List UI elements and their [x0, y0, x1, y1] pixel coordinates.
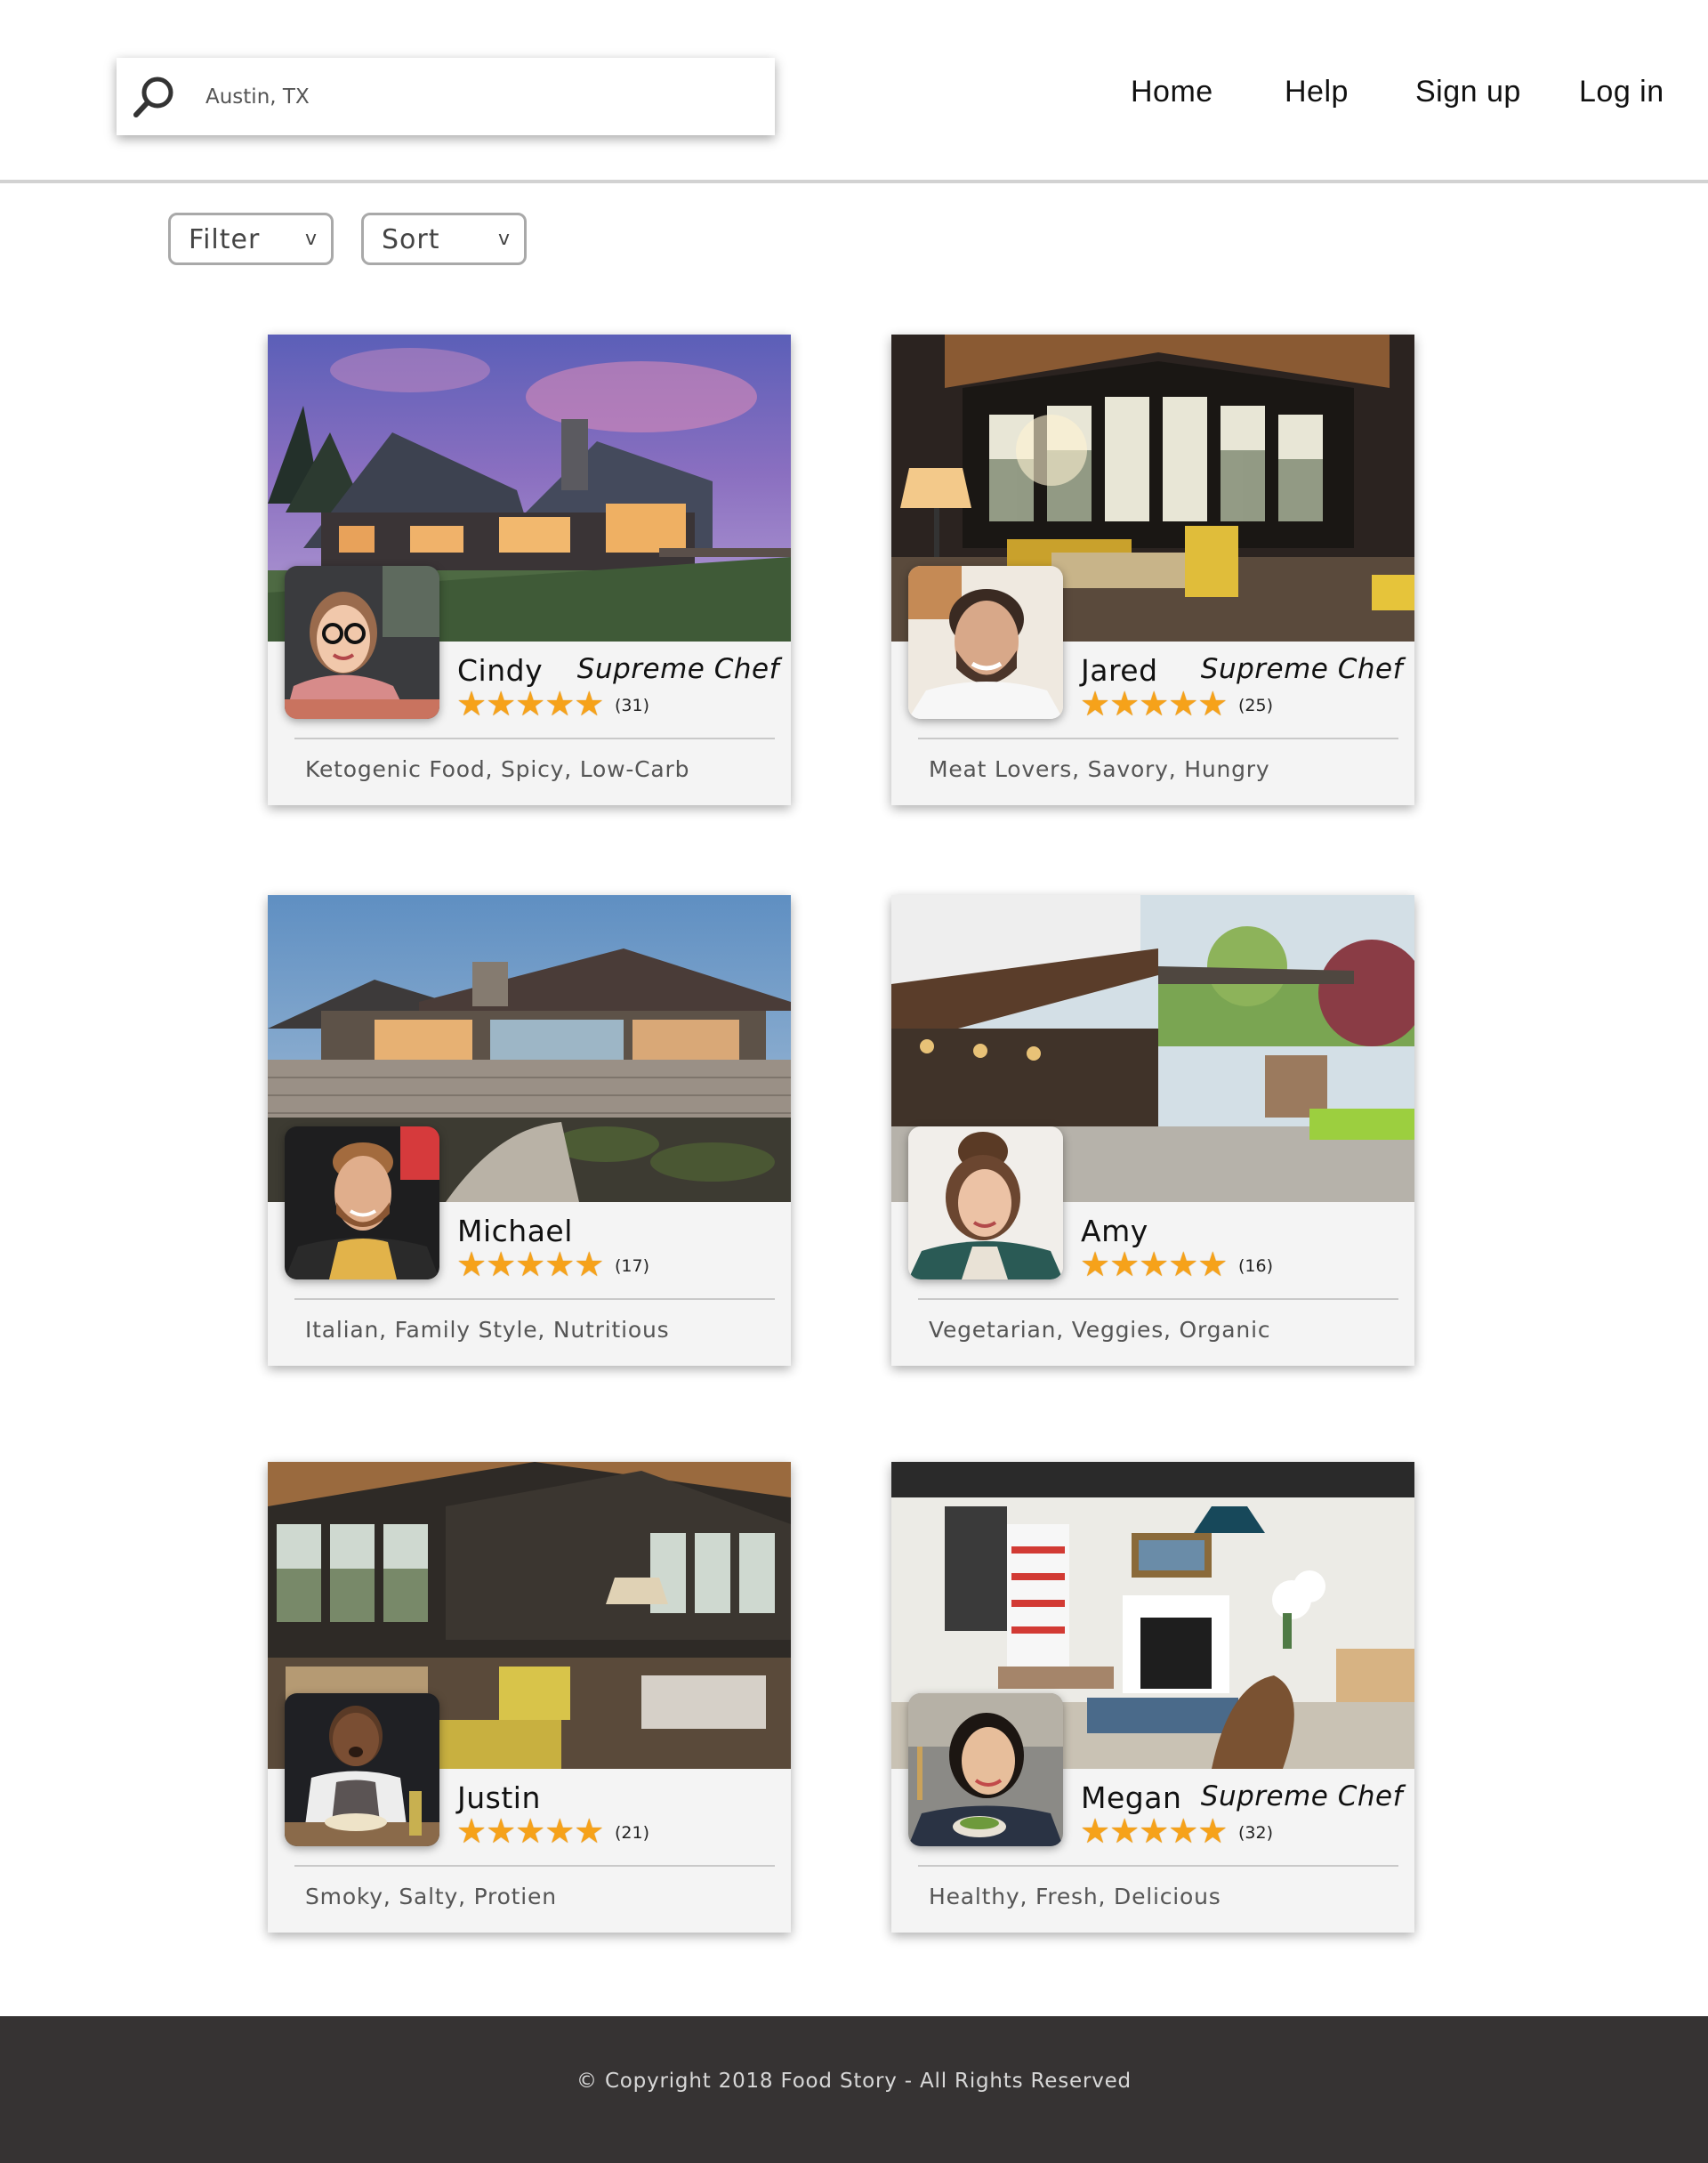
review-count: (32)	[1238, 1823, 1274, 1843]
cuisine-tags: Smoky, Salty, Protien	[305, 1884, 557, 1909]
divider	[918, 1298, 1398, 1300]
cuisine-tags: Vegetarian, Veggies, Organic	[929, 1317, 1271, 1343]
chef-avatar[interactable]	[285, 1126, 439, 1279]
chef-name: Megan	[1081, 1780, 1182, 1815]
copyright-text: © Copyright 2018 Food Story - All Rights…	[576, 2070, 1132, 2093]
divider	[918, 1865, 1398, 1867]
divider	[294, 738, 775, 739]
top-bar: Home Help Sign up Log in	[0, 0, 1708, 183]
chef-name: Michael	[457, 1214, 573, 1248]
search-icon[interactable]	[129, 72, 179, 122]
chef-card[interactable]: Amy ★★★★★ (16) Vegetarian, Veggies, Orga…	[891, 895, 1414, 1366]
star-rating-icon: ★★★★★	[456, 684, 604, 723]
chevron-down-icon: v	[304, 228, 317, 250]
chef-avatar[interactable]	[908, 1693, 1063, 1846]
chevron-down-icon: v	[497, 228, 510, 250]
cuisine-tags: Italian, Family Style, Nutritious	[305, 1317, 670, 1343]
star-rating-icon: ★★★★★	[1080, 684, 1228, 723]
chef-name: Justin	[457, 1780, 541, 1815]
review-count: (25)	[1238, 696, 1274, 715]
footer: © Copyright 2018 Food Story - All Rights…	[0, 2016, 1708, 2163]
chef-avatar[interactable]	[285, 1693, 439, 1846]
star-rating-icon: ★★★★★	[456, 1812, 604, 1851]
sort-dropdown[interactable]: Sort v	[361, 213, 527, 265]
cuisine-tags: Ketogenic Food, Spicy, Low-Carb	[305, 756, 690, 782]
filter-dropdown[interactable]: Filter v	[168, 213, 334, 265]
review-count: (21)	[615, 1823, 650, 1843]
chef-card[interactable]: Michael ★★★★★ (17) Italian, Family Style…	[268, 895, 791, 1366]
chef-card[interactable]: Cindy Supreme Chef ★★★★★ (31) Ketogenic …	[268, 335, 791, 805]
nav-help[interactable]: Help	[1285, 75, 1349, 109]
chef-name: Cindy	[457, 653, 544, 688]
supreme-chef-badge: Supreme Chef	[576, 653, 779, 685]
supreme-chef-badge: Supreme Chef	[1200, 653, 1403, 685]
cuisine-tags: Meat Lovers, Savory, Hungry	[929, 756, 1270, 782]
divider	[918, 738, 1398, 739]
filter-label: Filter	[189, 224, 261, 255]
cuisine-tags: Healthy, Fresh, Delicious	[929, 1884, 1221, 1909]
supreme-chef-badge: Supreme Chef	[1200, 1780, 1403, 1812]
star-rating-icon: ★★★★★	[456, 1245, 604, 1284]
chef-avatar[interactable]	[908, 1126, 1063, 1279]
chef-card[interactable]: Justin ★★★★★ (21) Smoky, Salty, Protien	[268, 1462, 791, 1933]
review-count: (16)	[1238, 1256, 1274, 1276]
chef-avatar[interactable]	[908, 566, 1063, 719]
star-rating-icon: ★★★★★	[1080, 1245, 1228, 1284]
sort-label: Sort	[382, 224, 440, 255]
search-box[interactable]	[117, 58, 775, 135]
divider	[294, 1865, 775, 1867]
nav-log-in[interactable]: Log in	[1579, 75, 1664, 109]
search-input[interactable]	[205, 58, 757, 135]
chef-name: Jared	[1081, 653, 1158, 688]
review-count: (17)	[615, 1256, 650, 1276]
chef-avatar[interactable]	[285, 566, 439, 719]
star-rating-icon: ★★★★★	[1080, 1812, 1228, 1851]
chef-name: Amy	[1081, 1214, 1148, 1248]
divider	[294, 1298, 775, 1300]
chef-card[interactable]: Jared Supreme Chef ★★★★★ (25) Meat Lover…	[891, 335, 1414, 805]
chef-card[interactable]: Megan Supreme Chef ★★★★★ (32) Healthy, F…	[891, 1462, 1414, 1933]
review-count: (31)	[615, 696, 650, 715]
nav-sign-up[interactable]: Sign up	[1415, 75, 1521, 109]
nav-home[interactable]: Home	[1131, 75, 1213, 109]
